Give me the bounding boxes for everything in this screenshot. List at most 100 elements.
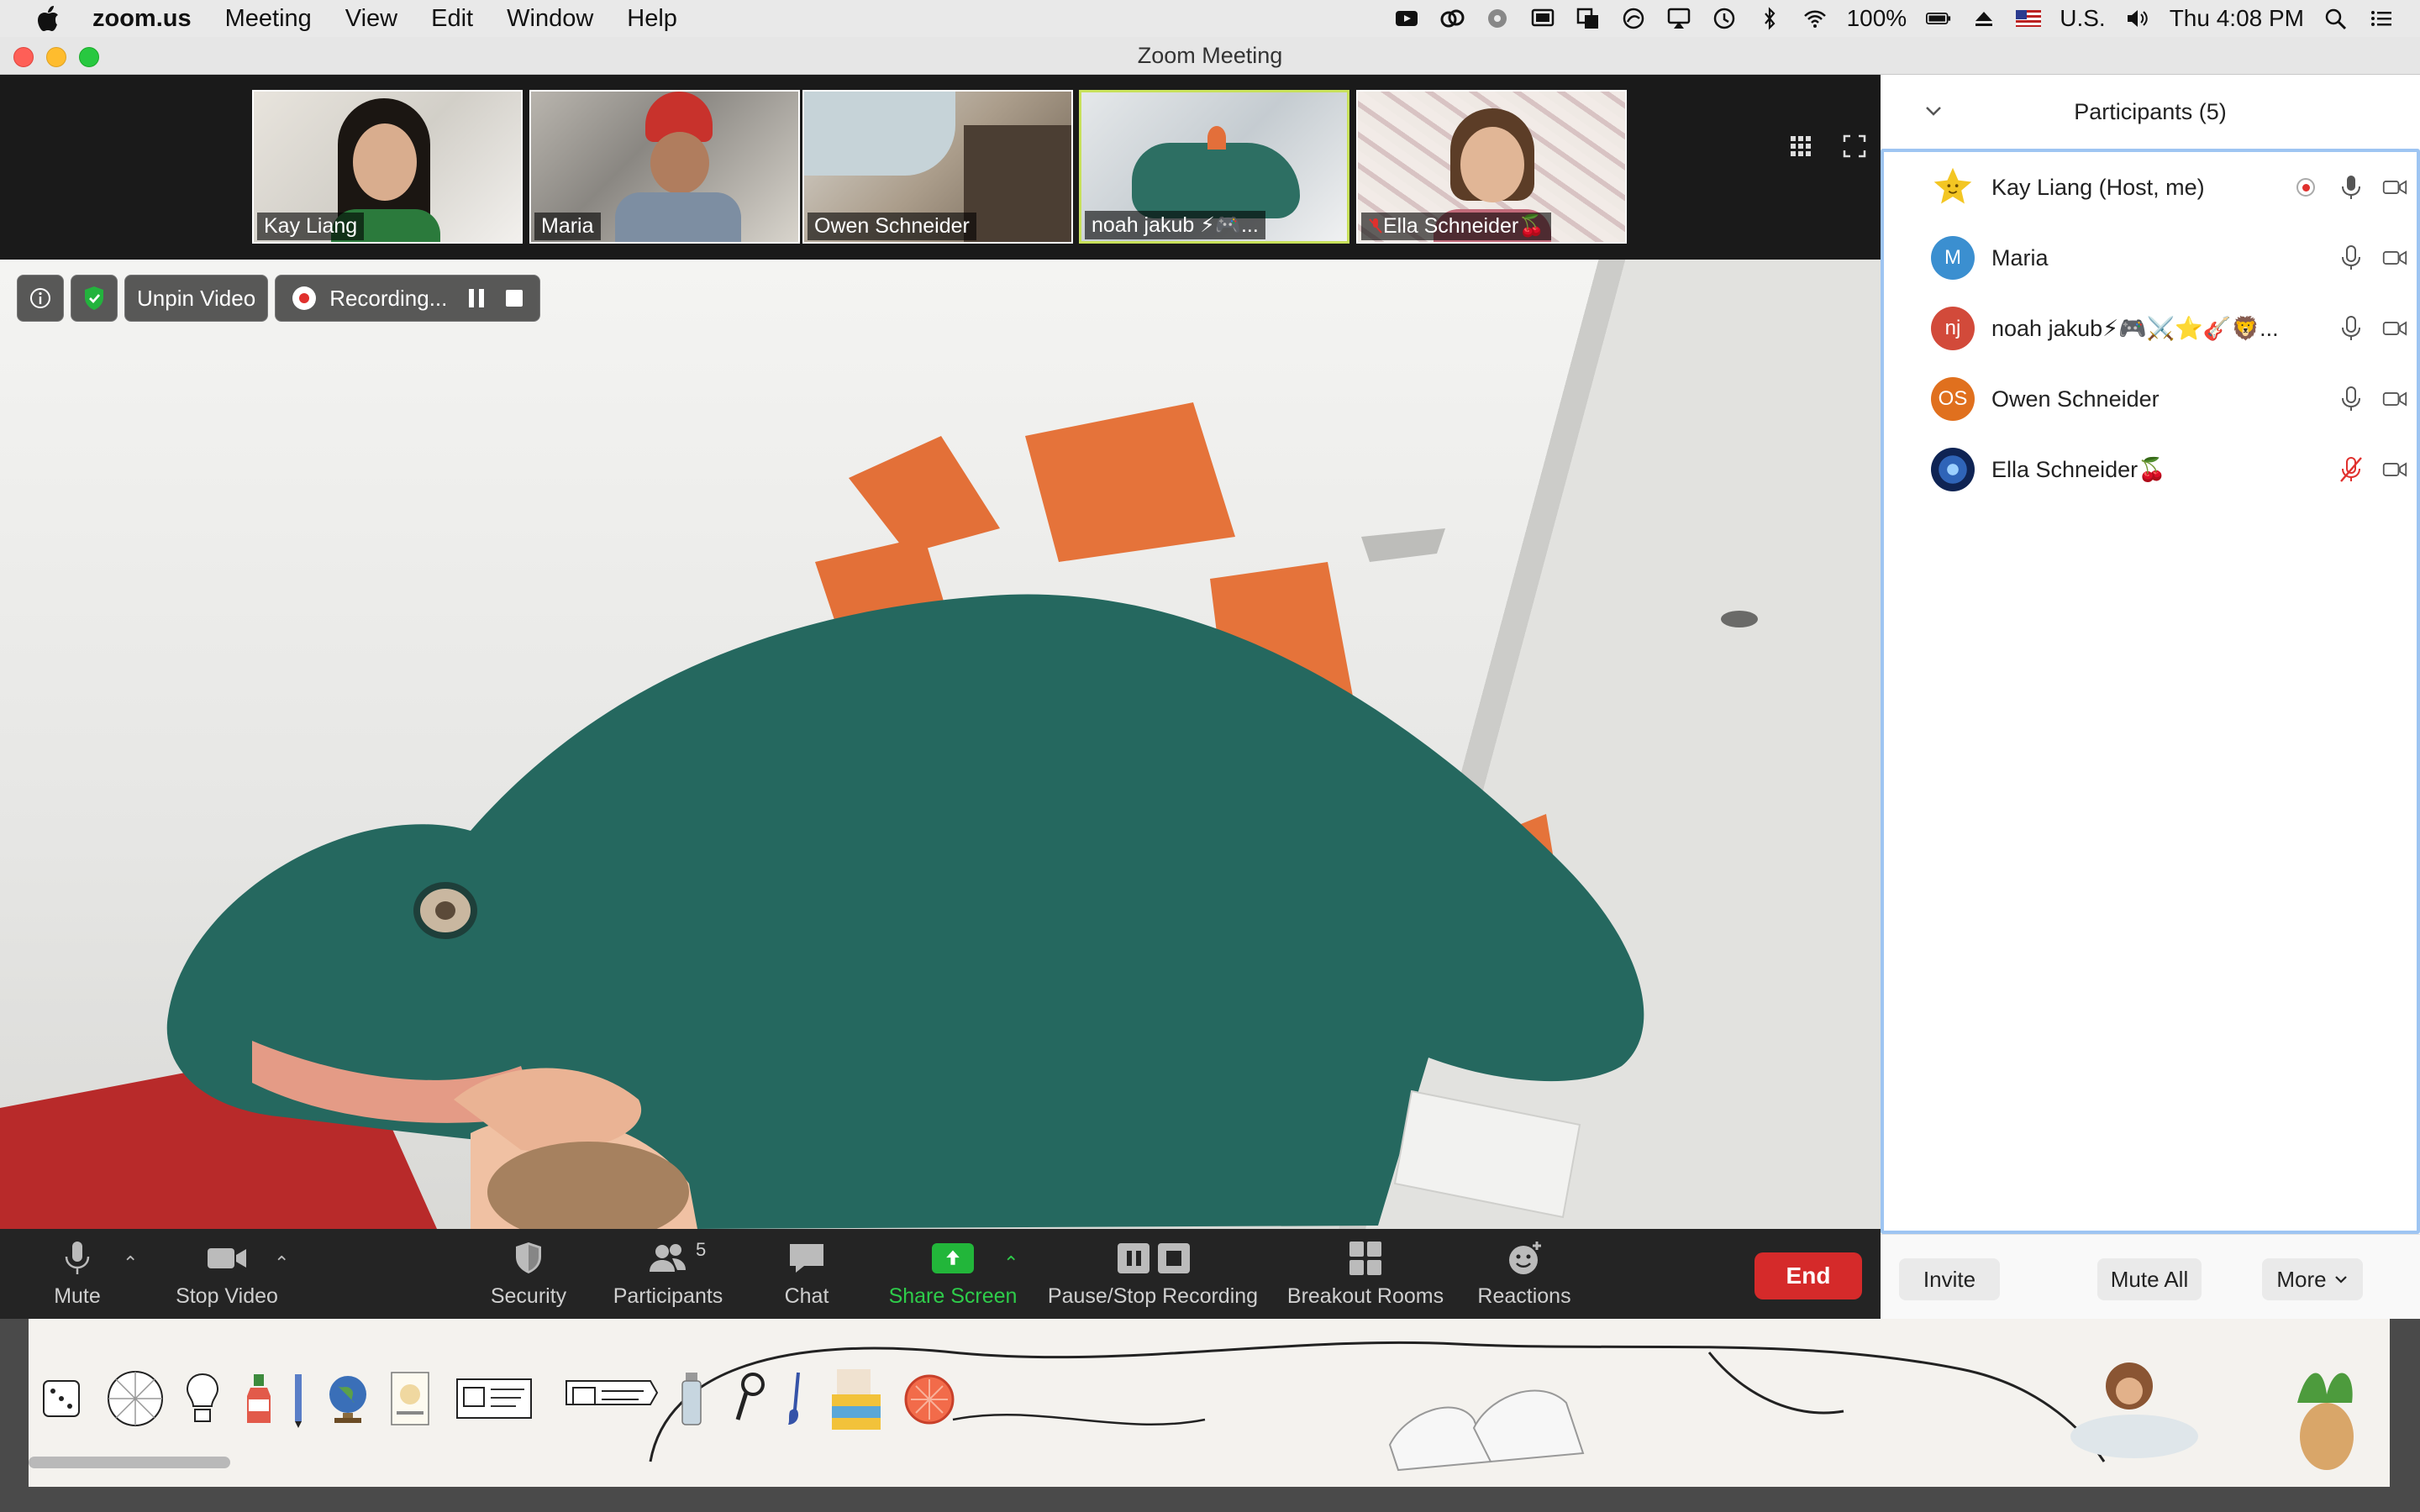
recording-dot-icon — [292, 286, 317, 310]
participant-row[interactable]: Kay Liang (Host, me) — [1884, 152, 2417, 223]
doodle-sign-desktop-icon[interactable] — [561, 1369, 662, 1436]
brush-desktop-icon[interactable] — [783, 1369, 808, 1436]
maximize-window-button[interactable] — [79, 47, 99, 67]
us-flag-icon[interactable] — [2016, 10, 2042, 27]
pause-recording-icon[interactable] — [469, 289, 485, 307]
muted-microphone-icon[interactable] — [2336, 454, 2366, 485]
creative-cloud-icon[interactable] — [1439, 7, 1465, 30]
video-thumbnail[interactable]: Kay Liang — [252, 90, 523, 244]
microphone-icon[interactable] — [2336, 172, 2366, 202]
grapefruit-desktop-icon[interactable] — [902, 1369, 956, 1436]
spotlight-search-icon[interactable] — [2323, 7, 2349, 30]
zoom-camera-status-icon[interactable] — [1393, 7, 1420, 30]
end-meeting-button[interactable]: End — [1754, 1252, 1862, 1299]
microphone-icon[interactable] — [2336, 313, 2366, 344]
menu-edit[interactable]: Edit — [431, 5, 473, 33]
participant-row[interactable]: OS Owen Schneider — [1884, 364, 2417, 434]
chevron-down-icon[interactable] — [1921, 98, 1946, 123]
status-app-icon[interactable] — [1484, 7, 1511, 30]
menu-view[interactable]: View — [345, 5, 397, 33]
time-machine-icon[interactable] — [1711, 7, 1738, 30]
pen-desktop-icon[interactable] — [292, 1369, 304, 1436]
video-options-chevron-icon[interactable]: ⌃ — [274, 1252, 289, 1274]
document-desktop-icon[interactable] — [387, 1369, 434, 1436]
fullscreen-icon[interactable] — [1839, 130, 1870, 162]
security-button[interactable]: Security — [482, 1229, 575, 1319]
more-button[interactable]: More — [2262, 1258, 2363, 1300]
minimize-window-button[interactable] — [46, 47, 66, 67]
video-thumbnail[interactable]: Maria — [529, 90, 800, 244]
participant-row[interactable]: Ella Schneider🍒 — [1884, 434, 2417, 505]
bluetooth-icon[interactable] — [1756, 7, 1783, 30]
menu-window[interactable]: Window — [507, 5, 593, 33]
pause-stop-recording-button[interactable]: Pause/Stop Recording — [1045, 1229, 1260, 1319]
stop-video-button[interactable]: Stop Video — [168, 1229, 286, 1319]
apple-icon[interactable] — [35, 4, 60, 33]
pause-stop-recording-icon — [1111, 1237, 1195, 1279]
menu-meeting[interactable]: Meeting — [225, 5, 312, 33]
gallery-view-icon[interactable] — [1785, 130, 1817, 162]
video-camera-icon[interactable] — [2380, 172, 2410, 202]
video-thumbnail[interactable]: Owen Schneider — [802, 90, 1073, 244]
globe-desktop-icon[interactable] — [323, 1369, 373, 1436]
participant-video-figure — [804, 92, 955, 176]
audio-options-chevron-icon[interactable]: ⌃ — [123, 1252, 138, 1274]
sync-icon[interactable] — [1620, 7, 1647, 30]
microphone-icon[interactable] — [2336, 384, 2366, 414]
chat-button[interactable]: Chat — [773, 1229, 840, 1319]
invite-button[interactable]: Invite — [1899, 1258, 2000, 1300]
participant-row[interactable]: M Maria — [1884, 223, 2417, 293]
stop-recording-icon[interactable] — [506, 290, 523, 307]
meeting-area: Kay Liang Maria Owen Schneider noah jaku… — [0, 75, 1881, 1319]
breakout-rooms-button[interactable]: Breakout Rooms — [1286, 1229, 1445, 1319]
menu-help[interactable]: Help — [627, 5, 677, 33]
participants-label: Participants — [613, 1284, 723, 1308]
unpin-video-button[interactable]: Unpin Video — [124, 275, 269, 322]
bottle-desktop-icon[interactable] — [242, 1369, 276, 1436]
encryption-shield-button[interactable] — [71, 275, 118, 322]
video-camera-icon[interactable] — [2380, 454, 2410, 485]
window-titlebar[interactable]: Zoom Meeting — [0, 37, 2420, 75]
thumbnail-name-label: Ella Schneider🍒 — [1361, 213, 1552, 240]
share-options-chevron-icon[interactable]: ⌃ — [1003, 1252, 1018, 1274]
meeting-toolbar: Mute ⌃ Stop Video ⌃ Security 5 Participa… — [0, 1229, 1881, 1319]
star-avatar-icon — [1931, 165, 1975, 209]
battery-icon[interactable] — [1925, 7, 1952, 30]
eject-icon[interactable] — [1970, 7, 1997, 30]
copy-icon[interactable] — [1575, 7, 1602, 30]
input-source[interactable]: U.S. — [2060, 5, 2105, 32]
airplay-icon[interactable] — [1665, 7, 1692, 30]
video-thumbnail-active[interactable]: noah jakub ⚡🎮... — [1079, 90, 1349, 244]
participants-button[interactable]: 5 Participants — [608, 1229, 728, 1319]
participant-name: noah jakub⚡🎮⚔️⭐🎸🦁... — [1991, 316, 2279, 341]
photo-wheel-desktop-icon[interactable] — [106, 1369, 165, 1436]
video-camera-icon[interactable] — [2380, 243, 2410, 273]
magnifier-desktop-icon[interactable] — [734, 1369, 768, 1436]
reactions-button[interactable]: Reactions — [1476, 1229, 1573, 1319]
mute-all-button[interactable]: Mute All — [2097, 1258, 2202, 1300]
mute-button[interactable]: Mute — [44, 1229, 111, 1319]
microphone-icon[interactable] — [2336, 243, 2366, 273]
idea-bulb-desktop-icon[interactable] — [182, 1369, 224, 1436]
volume-icon[interactable] — [2124, 7, 2151, 30]
recording-status-icon — [2291, 172, 2321, 202]
chevron-down-icon — [2334, 1276, 2347, 1284]
horizontal-scrollbar[interactable] — [29, 1457, 230, 1468]
note-card-desktop-icon[interactable] — [454, 1369, 534, 1436]
meeting-info-button[interactable] — [17, 275, 64, 322]
share-screen-button[interactable]: Share Screen — [886, 1229, 1020, 1319]
participants-icon — [647, 1237, 689, 1279]
water-bottle-desktop-icon[interactable] — [679, 1369, 704, 1436]
video-camera-icon[interactable] — [2380, 384, 2410, 414]
wifi-icon[interactable] — [1802, 7, 1828, 30]
participant-row[interactable]: nj noah jakub⚡🎮⚔️⭐🎸🦁... — [1884, 293, 2417, 364]
notification-center-icon[interactable] — [2368, 7, 2395, 30]
dice-desktop-icon[interactable] — [40, 1369, 82, 1436]
close-window-button[interactable] — [13, 47, 34, 67]
video-camera-icon[interactable] — [2380, 313, 2410, 344]
video-thumbnail[interactable]: Ella Schneider🍒 — [1356, 90, 1627, 244]
colorful-cards-desktop-icon[interactable] — [829, 1369, 887, 1436]
menu-app-name[interactable]: zoom.us — [92, 5, 192, 33]
menu-clock[interactable]: Thu 4:08 PM — [2170, 5, 2304, 32]
screen-icon[interactable] — [1529, 7, 1556, 30]
